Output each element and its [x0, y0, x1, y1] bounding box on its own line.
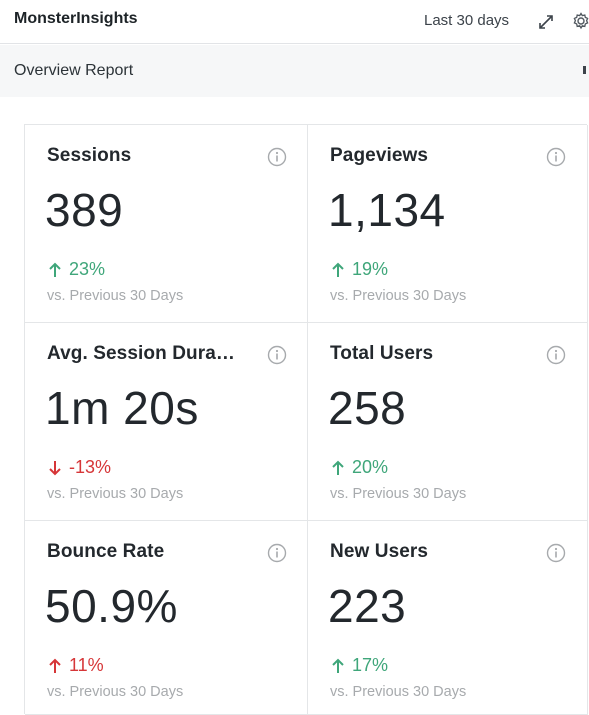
metric-change-value: 23% — [69, 259, 106, 279]
metric-change-value: 11% — [69, 655, 104, 675]
info-icon[interactable] — [546, 345, 566, 365]
widget-title: MonsterInsights — [14, 10, 138, 27]
metric-change: 19% — [330, 259, 388, 280]
metric-title: Sessions — [47, 145, 132, 166]
metric-value: 258 — [328, 382, 407, 434]
metric-card-total-users: Total Users 258 20% vs. Previous 30 Days — [308, 323, 588, 521]
info-icon[interactable] — [267, 345, 287, 365]
metric-title: New Users — [330, 541, 429, 562]
info-icon[interactable] — [267, 543, 287, 563]
metric-value: 389 — [45, 184, 124, 236]
metric-card-pageviews: Pageviews 1,134 19% vs. Previous 30 Days — [308, 125, 588, 323]
arrow-up-icon — [49, 658, 61, 673]
metric-comparison: vs. Previous 30 Days — [47, 288, 184, 304]
gear-icon[interactable] — [571, 11, 589, 31]
metric-change-value: -13% — [69, 457, 112, 477]
metric-value: 223 — [328, 580, 407, 632]
metric-change-value: 19% — [352, 259, 389, 279]
metric-change-value: 20% — [352, 457, 389, 477]
date-range-select[interactable]: Last 30 days — [424, 12, 509, 29]
report-scroll-caret[interactable] — [583, 63, 589, 77]
arrow-up-icon — [49, 262, 61, 277]
metric-card-bounce-rate: Bounce Rate 50.9% 11% vs. Previous 30 Da… — [25, 521, 308, 715]
metric-card-avg-session-duration: Avg. Session Dura… 1m 20s -13% vs. Previ… — [25, 323, 308, 521]
metric-change: -13% — [47, 457, 111, 478]
report-selector[interactable]: Overview Report — [0, 45, 589, 97]
widget-header: MonsterInsights Last 30 days — [0, 0, 589, 44]
metric-title: Pageviews — [330, 145, 429, 166]
metric-title: Total Users — [330, 343, 434, 364]
report-label: Overview Report — [14, 62, 134, 79]
metric-title: Bounce Rate — [47, 541, 165, 562]
info-icon[interactable] — [546, 543, 566, 563]
arrow-up-icon — [332, 658, 344, 673]
metric-value: 1,134 — [328, 184, 446, 236]
overview-metrics-grid: Sessions 389 23% vs. Previous 30 Days Pa… — [24, 124, 588, 715]
metric-card-new-users: New Users 223 17% vs. Previous 30 Days — [308, 521, 588, 715]
arrow-up-icon — [332, 460, 344, 475]
info-icon[interactable] — [546, 147, 566, 167]
info-icon[interactable] — [267, 147, 287, 167]
metric-value: 50.9% — [45, 580, 178, 632]
metric-title: Avg. Session Dura… — [47, 343, 235, 364]
metric-comparison: vs. Previous 30 Days — [47, 486, 184, 502]
arrow-up-icon — [332, 262, 344, 277]
metric-value: 1m 20s — [45, 382, 199, 434]
metric-card-sessions: Sessions 389 23% vs. Previous 30 Days — [25, 125, 308, 323]
metric-change: 23% — [47, 259, 105, 280]
metric-change: 17% — [330, 655, 388, 676]
expand-icon[interactable] — [536, 12, 556, 32]
metric-comparison: vs. Previous 30 Days — [330, 486, 467, 502]
metric-comparison: vs. Previous 30 Days — [330, 288, 467, 304]
metric-change-value: 17% — [352, 655, 389, 675]
arrow-down-icon — [49, 460, 61, 475]
metric-comparison: vs. Previous 30 Days — [47, 684, 184, 700]
metric-comparison: vs. Previous 30 Days — [330, 684, 467, 700]
metric-change: 11% — [47, 655, 104, 676]
metric-change: 20% — [330, 457, 388, 478]
